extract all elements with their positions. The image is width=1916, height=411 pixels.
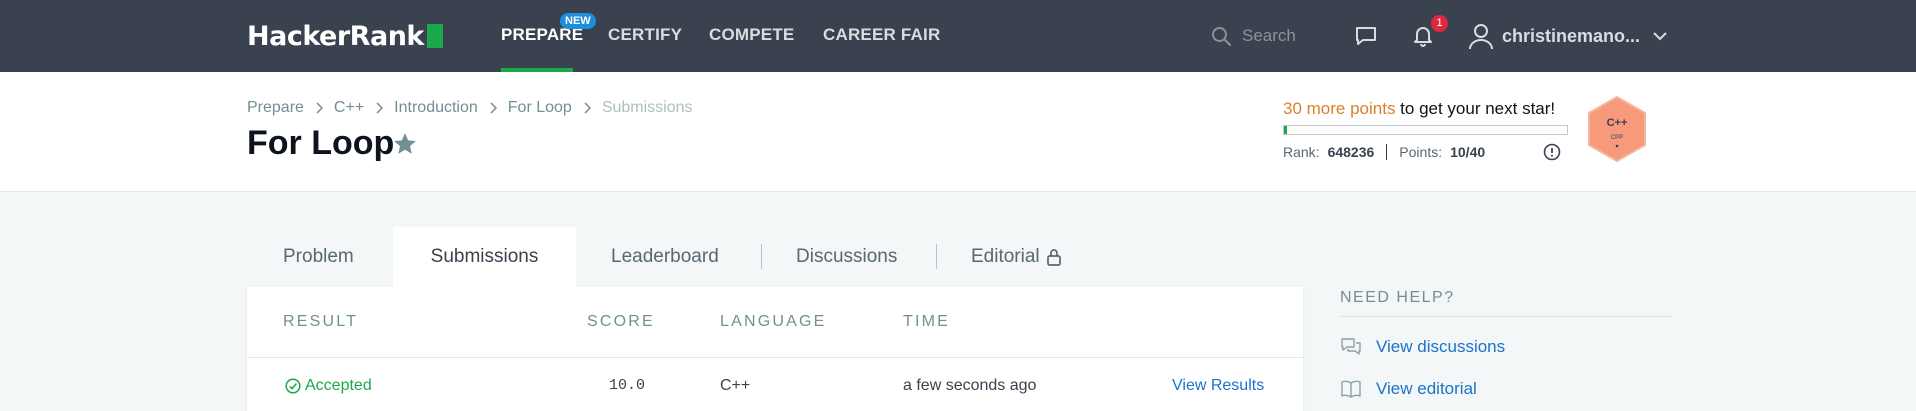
submissions-table: RESULT SCORE LANGUAGE TIME Accepted 10.0… bbox=[247, 287, 1303, 411]
points-value: 10/40 bbox=[1450, 144, 1486, 160]
chevron-right-icon bbox=[584, 102, 591, 114]
need-help-heading: NEED HELP? bbox=[1340, 289, 1455, 306]
view-discussions-link[interactable]: View discussions bbox=[1340, 337, 1505, 357]
time-cell: a few seconds ago bbox=[903, 377, 1037, 394]
star-icon[interactable] bbox=[392, 131, 418, 157]
username: christinemano... bbox=[1502, 25, 1641, 46]
new-badge: NEW bbox=[560, 13, 596, 29]
language-cell: C++ bbox=[720, 377, 751, 394]
breadcrumb-for-loop[interactable]: For Loop bbox=[508, 99, 572, 117]
tab-editorial[interactable]: Editorial bbox=[971, 227, 1062, 287]
discussions-icon bbox=[1341, 338, 1361, 355]
info-icon[interactable] bbox=[1543, 143, 1561, 161]
messages-button[interactable] bbox=[1352, 22, 1380, 50]
badge-main-text: C++ bbox=[1607, 117, 1628, 129]
search-box[interactable]: Search bbox=[1211, 24, 1296, 48]
challenge-header: Prepare C++ Introduction For Loop Submis… bbox=[0, 72, 1916, 192]
chevron-right-icon bbox=[490, 102, 497, 114]
user-menu[interactable]: christinemano... bbox=[1468, 20, 1668, 52]
rank-label: Rank: bbox=[1283, 144, 1320, 160]
column-header-score: SCORE bbox=[587, 313, 655, 330]
tab-discussions[interactable]: Discussions bbox=[796, 227, 897, 287]
star-progress-bar bbox=[1283, 125, 1568, 135]
hackerrank-logo[interactable]: HackerRank bbox=[247, 20, 443, 52]
search-input[interactable]: Search bbox=[1242, 26, 1296, 46]
rank-divider bbox=[1386, 144, 1388, 160]
badge-sub-text: CPP bbox=[1611, 135, 1623, 141]
breadcrumb-cpp[interactable]: C++ bbox=[334, 99, 364, 117]
bell-icon bbox=[1414, 27, 1432, 47]
logo-green-block bbox=[426, 24, 443, 48]
chat-icon bbox=[1356, 27, 1376, 45]
tab-leaderboard[interactable]: Leaderboard bbox=[611, 227, 719, 287]
notification-count-badge: 1 bbox=[1431, 15, 1448, 32]
tab-divider bbox=[936, 244, 937, 269]
result-status: Accepted bbox=[305, 377, 372, 394]
breadcrumb-submissions: Submissions bbox=[601, 99, 693, 116]
tab-editorial-label: Editorial bbox=[971, 246, 1040, 267]
star-progress-fill bbox=[1284, 126, 1287, 134]
column-header-language: LANGUAGE bbox=[720, 313, 827, 330]
breadcrumb: Prepare C++ Introduction For Loop Submis… bbox=[247, 99, 693, 117]
breadcrumb-introduction[interactable]: Introduction bbox=[394, 99, 478, 117]
chevron-right-icon bbox=[316, 102, 323, 114]
rank-value: 648236 bbox=[1327, 144, 1375, 160]
view-discussions-label: View discussions bbox=[1376, 337, 1506, 356]
column-header-time: TIME bbox=[903, 313, 951, 330]
view-editorial-link[interactable]: View editorial bbox=[1340, 379, 1477, 399]
score-cell: 10.0 bbox=[609, 377, 646, 394]
tab-divider bbox=[761, 244, 762, 269]
nav-certify[interactable]: CERTIFY bbox=[608, 25, 682, 45]
chevron-down-icon bbox=[1653, 32, 1667, 41]
rank-points-row: Rank: 648236 Points: 10/40 bbox=[1283, 144, 1485, 160]
view-results-link[interactable]: View Results bbox=[1172, 377, 1264, 395]
view-editorial-label: View editorial bbox=[1376, 379, 1477, 398]
help-divider bbox=[1340, 316, 1672, 317]
lock-icon bbox=[1046, 249, 1061, 266]
book-icon bbox=[1341, 380, 1361, 398]
page-title: For Loop bbox=[247, 124, 395, 162]
chevron-right-icon bbox=[376, 102, 384, 114]
column-header-result: RESULT bbox=[283, 313, 359, 330]
tab-submissions[interactable]: Submissions bbox=[393, 227, 576, 287]
badge-star-dot bbox=[1615, 144, 1619, 148]
cpp-badge-hexagon[interactable]: C++ CPP bbox=[1587, 96, 1647, 162]
nav-compete[interactable]: COMPETE bbox=[709, 25, 794, 45]
nav-career-fair[interactable]: CAREER FAIR bbox=[823, 25, 940, 45]
points-label: Points: bbox=[1399, 144, 1443, 160]
table-divider bbox=[247, 357, 1303, 358]
top-navbar: HackerRank PREPARE NEW CERTIFY COMPETE C… bbox=[0, 0, 1916, 72]
tab-problem[interactable]: Problem bbox=[283, 227, 354, 287]
next-star-message: 30 more points to get your next star! bbox=[1283, 99, 1556, 118]
search-icon bbox=[1212, 26, 1231, 46]
check-circle-icon bbox=[285, 378, 301, 394]
user-icon bbox=[1469, 24, 1493, 50]
breadcrumb-prepare[interactable]: Prepare bbox=[247, 99, 304, 117]
result-cell: Accepted bbox=[285, 377, 372, 395]
